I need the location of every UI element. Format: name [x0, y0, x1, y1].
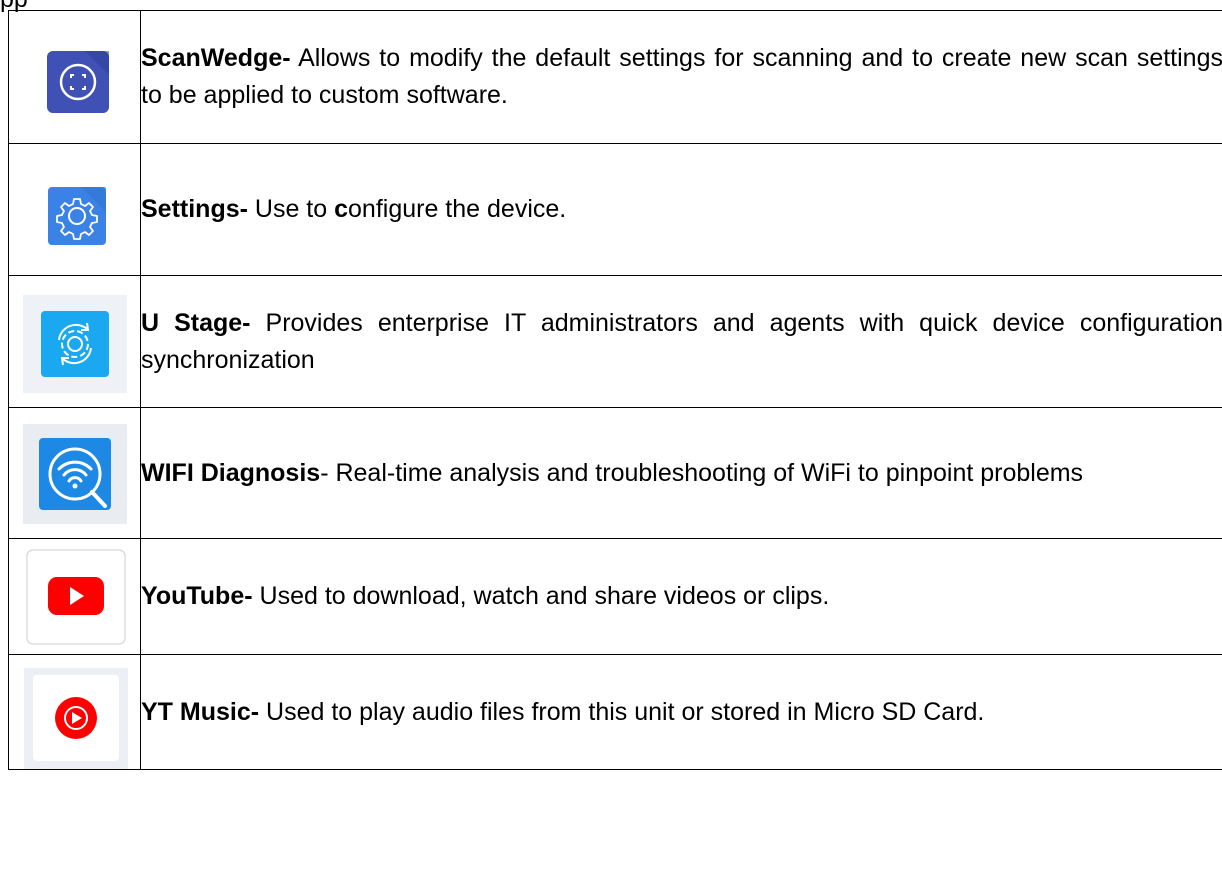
table-row-yt-music: YT Music- Used to play audio files from …	[8, 654, 1222, 770]
app-description-end: onfigure the device.	[348, 195, 567, 223]
scanwedge-icon	[47, 51, 109, 113]
yt-music-description: YT Music- Used to play audio files from …	[140, 654, 1222, 770]
app-description: Used to play audio files from this unit …	[259, 697, 985, 726]
icon-cell	[8, 143, 141, 276]
app-name-label: ScanWedge-	[141, 44, 291, 72]
table-row-settings: Settings- Use to configure the device.	[8, 143, 1222, 276]
settings-description: Settings- Use to configure the device.	[140, 143, 1222, 276]
icon-cell	[8, 407, 141, 539]
wifi-diagnosis-icon	[23, 424, 127, 524]
icon-cell	[8, 538, 141, 655]
app-description-bold-letter: c	[334, 195, 349, 223]
app-description: Used to download, watch and share videos…	[252, 582, 830, 610]
app-name-label: Settings-	[141, 195, 248, 223]
ustage-description: U Stage- Provides enterprise IT administ…	[140, 275, 1222, 408]
table-row-ustage: U Stage- Provides enterprise IT administ…	[8, 275, 1222, 408]
app-name-label: YouTube-	[141, 582, 253, 610]
app-name-label: U Stage-	[141, 308, 251, 337]
table-row-wifi-diagnosis: WIFI Diagnosis- Real-time analysis and t…	[8, 407, 1222, 539]
youtube-icon	[26, 549, 126, 645]
scanwedge-description: ScanWedge- Allows to modify the default …	[140, 10, 1222, 144]
cropped-heading-fragment: pp	[0, 0, 28, 12]
youtube-description: YouTube- Used to download, watch and sha…	[140, 538, 1222, 655]
app-description: Allows to modify the default settings fo…	[141, 44, 1222, 109]
ustage-sync-icon	[23, 295, 127, 393]
icon-cell	[8, 10, 141, 144]
icon-cell	[8, 275, 141, 408]
table-row-youtube: YouTube- Used to download, watch and sha…	[8, 538, 1222, 655]
yt-music-icon	[24, 668, 128, 769]
app-name-label: YT Music-	[141, 697, 260, 726]
app-name-label: WIFI Diagnosis	[141, 458, 321, 487]
wifi-diagnosis-description: WIFI Diagnosis- Real-time analysis and t…	[140, 407, 1222, 539]
apps-table: ScanWedge- Allows to modify the default …	[8, 10, 1222, 770]
app-description-start: Use to	[247, 195, 335, 223]
settings-gear-icon	[48, 187, 106, 245]
icon-cell	[8, 654, 141, 770]
app-description: - Real-time analysis and troubleshooting…	[320, 458, 1084, 487]
app-description: Provides enterprise IT administrators an…	[141, 308, 1222, 374]
table-row-scanwedge: ScanWedge- Allows to modify the default …	[8, 10, 1222, 144]
